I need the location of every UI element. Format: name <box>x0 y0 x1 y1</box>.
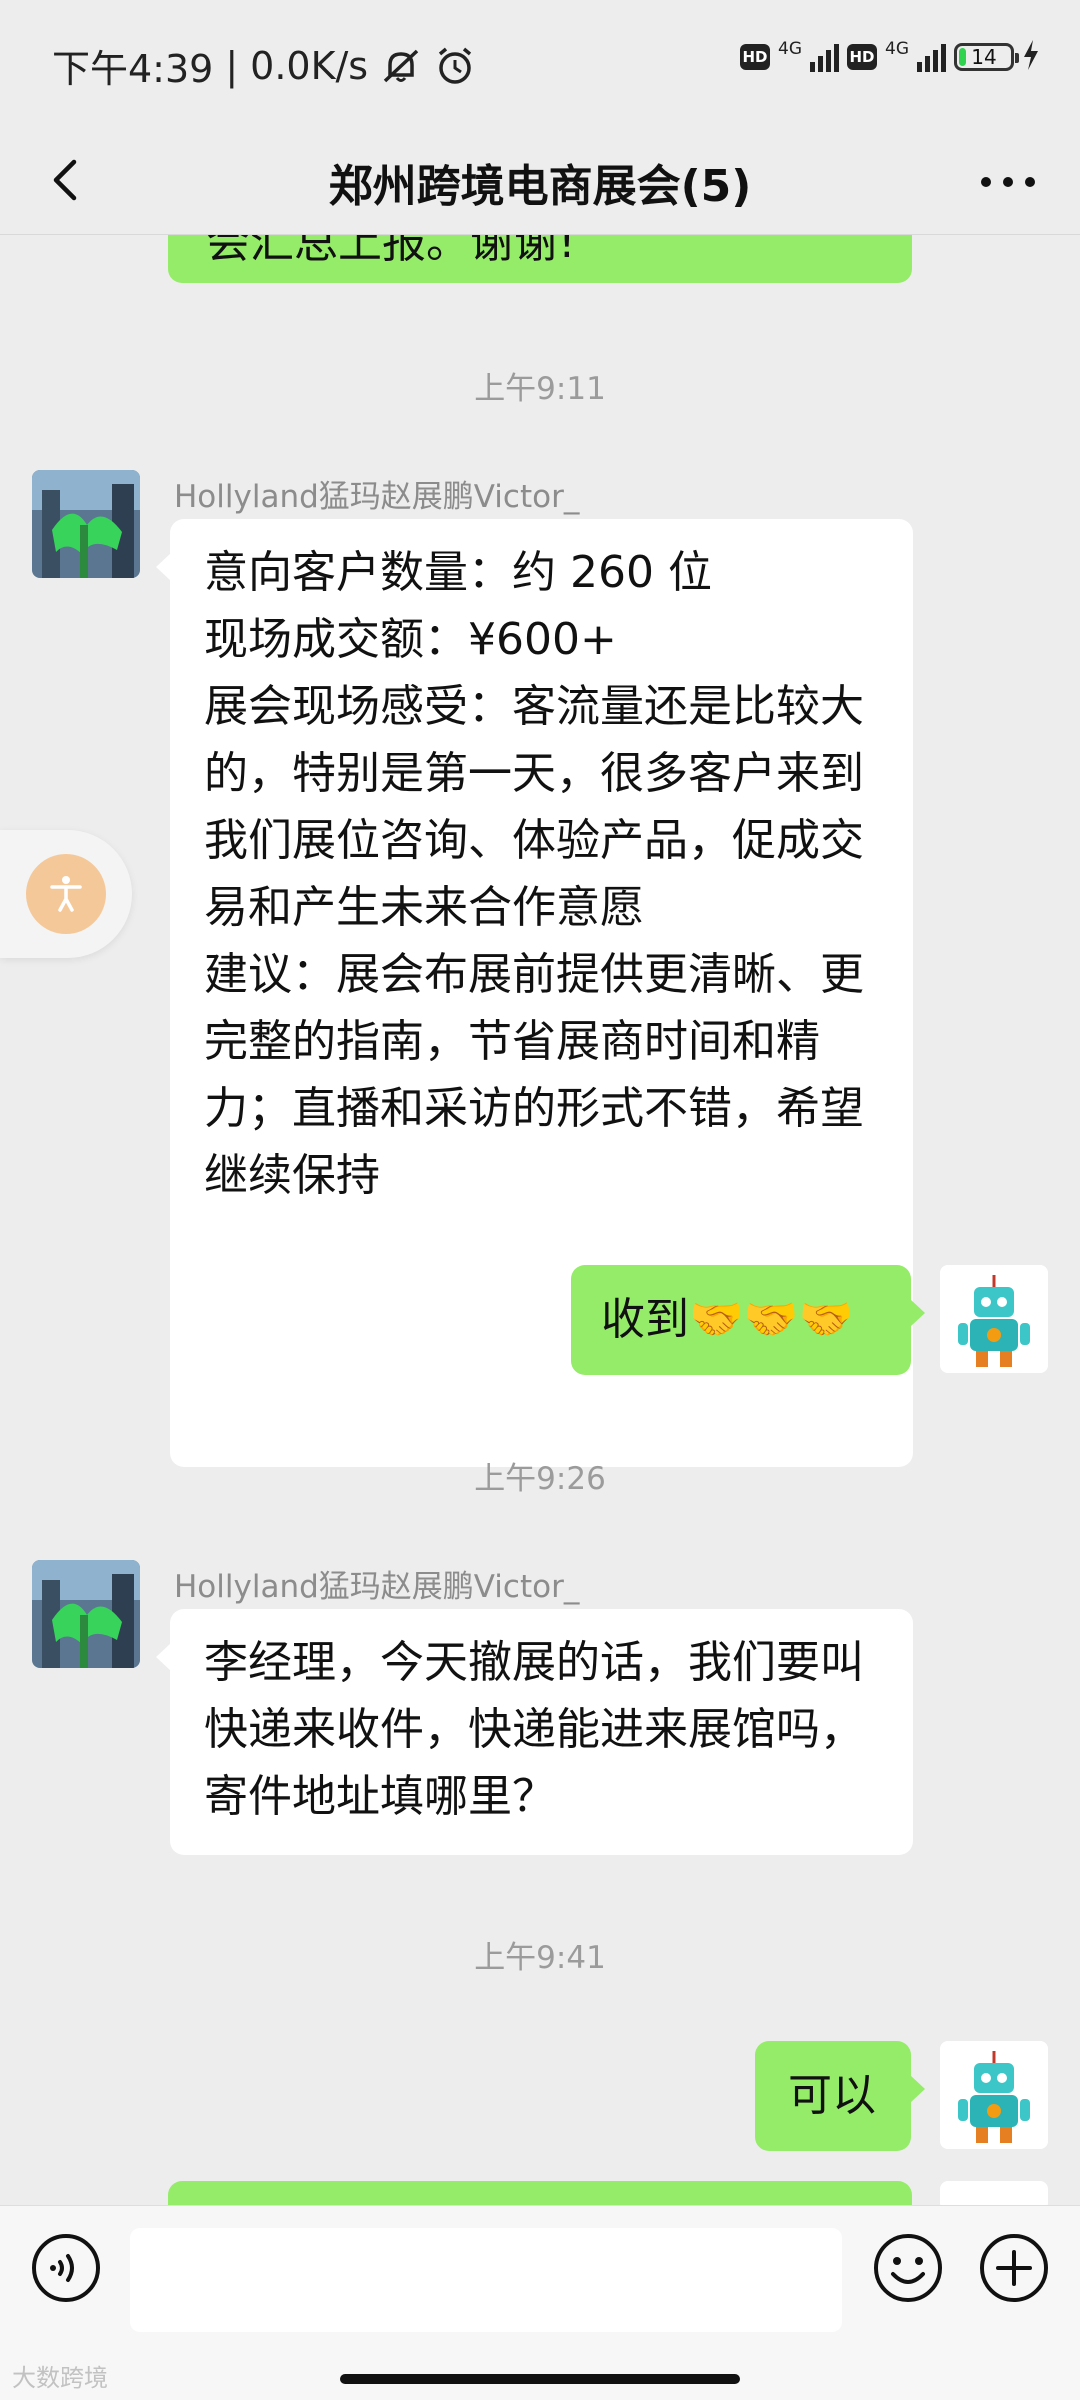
avatar[interactable] <box>32 470 140 578</box>
status-right: HD 4G HD 4G 14 <box>740 39 1040 74</box>
message-line: 易和产生未来合作意愿 <box>204 882 644 933</box>
hd-badge-2: HD <box>847 44 877 70</box>
avatar[interactable] <box>32 1560 140 1668</box>
timestamp: 上午9:26 <box>474 1461 606 1497</box>
system-nav-bar: 大数跨境 <box>0 2336 1080 2400</box>
watermark: 大数跨境 <box>12 2364 108 2392</box>
emoji-button[interactable] <box>872 2232 944 2304</box>
input-bar <box>0 2205 1080 2336</box>
message-bubble[interactable]: 李经理，今天撤展的话，我们要叫 快递来收件，快递能进来展馆吗， 寄件地址填哪里？ <box>156 1609 913 1855</box>
message-line: 我们展位咨询、体验产品，促成交 <box>204 815 864 866</box>
message-bubble-partial[interactable]: 会汇总上报。谢谢! <box>168 235 912 283</box>
chat-messages[interactable]: 会汇总上报。谢谢! 上午9:11 Hollyland猛玛赵展鹏Victor_ 意… <box>0 235 1080 2205</box>
message-line: 展会现场感受：客流量还是比较大 <box>204 681 864 732</box>
network-speed: 0.0K/s <box>250 43 369 88</box>
avatar-image <box>32 1560 140 1668</box>
more-options-button[interactable] <box>976 162 1040 202</box>
message-line: 李经理，今天撤展的话，我们要叫 <box>204 1637 864 1688</box>
sender-name: Hollyland猛玛赵展鹏Victor_ <box>174 479 580 515</box>
alarm-icon <box>434 45 476 87</box>
emoji-icon <box>874 2234 942 2302</box>
self-avatar[interactable] <box>940 2041 1048 2149</box>
charging-icon <box>1022 40 1040 74</box>
voice-input-button[interactable] <box>30 2232 102 2304</box>
avatar-image <box>32 470 140 578</box>
chat-title: 郑州跨境电商展会(5) <box>328 161 752 212</box>
status-left: 下午4:39 | 0.0K/s <box>52 38 476 93</box>
message-line: 力；直播和采访的形式不错，希望 <box>204 1083 864 1134</box>
voice-icon <box>32 2234 100 2302</box>
message-line: 快递来收件，快递能进来展馆吗， <box>204 1704 864 1755</box>
status-bar: 下午4:39 | 0.0K/s HD 4G HD 4G 14 <box>0 0 1080 128</box>
message-line: 完整的指南，节省展商时间和精 <box>204 1016 820 1067</box>
message-line: 的，特别是第一天，很多客户来到 <box>204 748 864 799</box>
message-bubble-self[interactable]: 可以 <box>755 2041 925 2151</box>
network-type-2: 4G <box>885 39 909 59</box>
chat-header: 郑州跨境电商展会(5) <box>0 128 1080 235</box>
battery-level: 14 <box>971 45 997 69</box>
message-input[interactable] <box>130 2228 842 2332</box>
self-avatar[interactable] <box>940 1265 1048 1373</box>
plus-icon <box>980 2234 1048 2302</box>
home-indicator[interactable] <box>340 2374 740 2384</box>
message-text: 会汇总上报。谢谢! <box>206 235 576 268</box>
robot-avatar-icon <box>940 2041 1048 2149</box>
message-bubble-partial[interactable] <box>168 2181 912 2205</box>
robot-avatar-icon <box>940 1265 1048 1373</box>
timestamp: 上午9:11 <box>474 371 606 407</box>
more-dots-icon <box>981 177 1035 187</box>
message-text: 收到🤝🤝🤝 <box>601 1294 854 1345</box>
accessibility-icon <box>26 854 106 934</box>
status-time: 下午4:39 <box>52 47 214 91</box>
message-bubble-self[interactable]: 收到🤝🤝🤝 <box>571 1265 925 1375</box>
message-text: 可以 <box>788 2070 876 2121</box>
accessibility-button[interactable] <box>0 830 132 958</box>
signal-icon-2 <box>917 42 946 72</box>
sender-name: Hollyland猛玛赵展鹏Victor_ <box>174 1569 580 1605</box>
message-line: 意向客户数量：约 260 位 <box>204 547 712 598</box>
battery-icon: 14 <box>954 43 1019 71</box>
message-line: 建议：展会布展前提供更清晰、更 <box>204 949 864 1000</box>
message-line: 现场成交额：¥600+ <box>204 614 617 665</box>
hd-badge: HD <box>740 44 770 70</box>
network-type: 4G <box>778 39 802 59</box>
message-line: 寄件地址填哪里？ <box>204 1771 556 1822</box>
more-actions-button[interactable] <box>978 2232 1050 2304</box>
timestamp: 上午9:41 <box>474 1940 606 1976</box>
message-line: 继续保持 <box>204 1150 380 1201</box>
mute-bell-icon <box>380 45 422 87</box>
self-avatar[interactable] <box>940 2181 1048 2205</box>
signal-icon <box>810 42 839 72</box>
